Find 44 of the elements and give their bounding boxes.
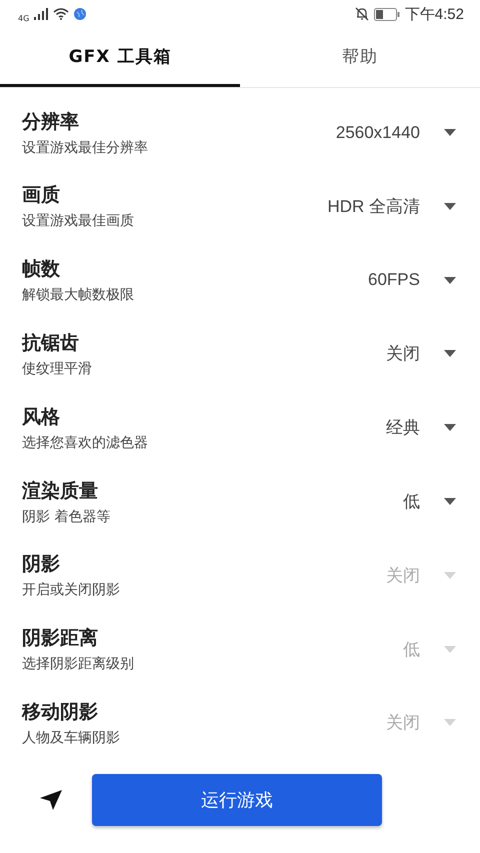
setting-description: 阴影 着色器等: [22, 508, 110, 526]
caret-icon: [444, 276, 456, 284]
setting-description: 使纹理平滑: [22, 360, 92, 378]
caret-icon: [444, 572, 456, 579]
run-button[interactable]: 运行游戏: [92, 774, 382, 826]
caret-icon: [444, 129, 456, 136]
setting-description: 开启或关闭阴影: [22, 581, 120, 600]
wifi-icon: [53, 8, 70, 20]
send-icon[interactable]: [40, 790, 62, 810]
caret-icon: [444, 424, 456, 432]
tab[interactable]: 帮助: [240, 28, 480, 87]
setting-title: 阴影距离: [22, 626, 99, 652]
caret-icon: [444, 350, 456, 358]
battery-icon: [374, 8, 400, 21]
caret-icon: [444, 719, 456, 726]
network-type: 4G: [18, 14, 30, 23]
dropdown[interactable]: 2560x1440: [336, 122, 456, 143]
setting-description: 选择您喜欢的滤色器: [22, 434, 148, 452]
dropdown[interactable]: 低: [403, 490, 456, 513]
caret-icon: [444, 202, 456, 210]
dropdown[interactable]: 关闭: [386, 342, 456, 366]
setting-description: 选择阴影距离级别: [22, 655, 134, 674]
setting-title: 帧数: [22, 257, 61, 282]
caret-icon: [444, 646, 456, 653]
setting-title: 风格: [22, 404, 61, 430]
tab[interactable]: GFX 工具箱: [0, 28, 240, 87]
setting-title: 画质: [22, 183, 61, 208]
dropdown[interactable]: HDR 全高清: [327, 194, 456, 218]
setting-title: 阴影: [22, 552, 61, 578]
setting-description: 设置游戏最佳画质: [22, 212, 134, 230]
globe-icon: [74, 8, 86, 20]
caret-icon: [444, 498, 456, 505]
setting-description: 设置游戏最佳分辨率: [22, 138, 148, 157]
setting-title: 渲染质量: [22, 478, 99, 504]
dropdown[interactable]: 60FPS: [368, 270, 456, 290]
dropdown[interactable]: 经典: [386, 416, 456, 440]
setting-title: 分辨率: [22, 110, 80, 135]
setting-description: 人物及车辆阴影: [22, 728, 120, 747]
bell-off-icon: [354, 7, 369, 22]
signal-icon: [34, 8, 48, 20]
setting-title: 抗锯齿: [22, 330, 80, 356]
setting-title: 移动阴影: [22, 700, 99, 725]
clock-time: 下午4:52: [404, 4, 464, 24]
setting-description: 解锁最大帧数极限: [22, 286, 134, 304]
